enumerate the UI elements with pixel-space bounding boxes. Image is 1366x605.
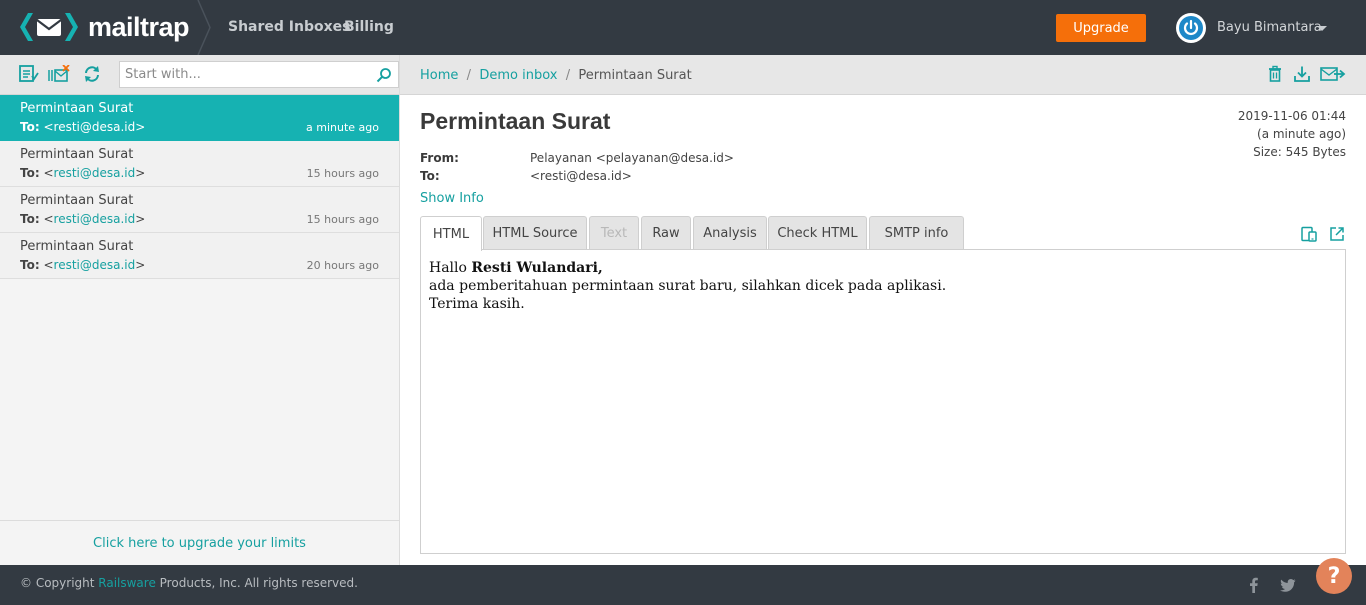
external-link-icon[interactable] xyxy=(1329,226,1345,242)
nav-separator xyxy=(197,0,211,55)
avatar[interactable] xyxy=(1176,13,1206,43)
message-recipient: To: <resti@desa.id> xyxy=(20,212,146,226)
tab-html-source[interactable]: HTML Source xyxy=(483,216,587,250)
message-list: Permintaan Surat To: <resti@desa.id> a m… xyxy=(0,95,399,279)
tab-html[interactable]: HTML xyxy=(420,216,482,251)
message-toolbar: Home / Demo inbox / Permintaan Surat xyxy=(400,55,1366,95)
message-meta: 2019-11-06 01:44 (a minute ago) Size: 54… xyxy=(1238,107,1346,161)
message-item[interactable]: Permintaan Surat To: <resti@desa.id> 15 … xyxy=(0,141,399,187)
railsware-link[interactable]: Railsware xyxy=(98,576,156,590)
message-subject: Permintaan Surat xyxy=(20,193,134,208)
message-recipient: To: <resti@desa.id> xyxy=(20,166,146,180)
recipient-name: Resti Wulandari, xyxy=(471,260,603,276)
breadcrumb: Home / Demo inbox / Permintaan Surat xyxy=(420,68,692,83)
refresh-icon[interactable] xyxy=(82,65,102,83)
message-time: 15 hours ago xyxy=(306,167,379,180)
clear-inbox-icon[interactable] xyxy=(48,65,70,83)
message-relative-time: (a minute ago) xyxy=(1257,127,1346,141)
message-subject: Permintaan Surat xyxy=(20,147,134,162)
from-value: Pelayanan <pelayanan@desa.id> xyxy=(530,151,734,165)
upgrade-limits-link[interactable]: Click here to upgrade your limits xyxy=(0,520,399,565)
mark-read-icon[interactable] xyxy=(19,65,39,83)
message-item[interactable]: Permintaan Surat To: <resti@desa.id> a m… xyxy=(0,95,399,141)
footer: © Copyright Railsware Products, Inc. All… xyxy=(0,565,1366,605)
mailtrap-logo[interactable]: mailtrap xyxy=(18,10,190,44)
email-greeting-line: Hallo Resti Wulandari, xyxy=(429,260,603,276)
help-button[interactable]: ? xyxy=(1316,558,1352,594)
search-icon[interactable] xyxy=(376,67,392,83)
message-recipient: To: <resti@desa.id> xyxy=(20,258,146,272)
device-preview-icon[interactable] xyxy=(1301,226,1317,242)
message-subject: Permintaan Surat xyxy=(20,101,134,116)
nav-shared-inboxes[interactable]: Shared Inboxes xyxy=(228,19,350,35)
message-time: a minute ago xyxy=(306,121,379,134)
mailtrap-logo-icon xyxy=(20,13,78,41)
breadcrumb-home[interactable]: Home xyxy=(420,68,458,83)
email-preview-frame: Hallo Resti Wulandari, ada pemberitahuan… xyxy=(420,249,1346,554)
sidebar-toolbar xyxy=(0,55,399,95)
tab-smtp-info[interactable]: SMTP info xyxy=(869,216,964,250)
tab-raw[interactable]: Raw xyxy=(641,216,691,250)
search-box xyxy=(119,61,399,88)
download-icon[interactable] xyxy=(1293,65,1311,83)
user-name[interactable]: Bayu Bimantara xyxy=(1217,20,1322,35)
chevron-down-icon[interactable] xyxy=(1317,26,1327,31)
breadcrumb-inbox[interactable]: Demo inbox xyxy=(479,68,557,83)
to-label: To: xyxy=(420,169,440,183)
brand-name: mailtrap xyxy=(88,11,190,42)
upgrade-button[interactable]: Upgrade xyxy=(1056,14,1146,42)
from-label: From: xyxy=(420,151,459,165)
email-body: Hallo Resti Wulandari, ada pemberitahuan… xyxy=(429,259,946,313)
breadcrumb-current: Permintaan Surat xyxy=(578,68,692,83)
message-recipient: To: <resti@desa.id> xyxy=(20,120,146,134)
to-value: <resti@desa.id> xyxy=(530,169,632,183)
message-subject: Permintaan Surat xyxy=(20,239,134,254)
trash-icon[interactable] xyxy=(1266,65,1284,83)
show-info-link[interactable]: Show Info xyxy=(420,191,484,206)
top-navbar: mailtrap Shared Inboxes Billing Upgrade … xyxy=(0,0,1366,55)
search-input[interactable] xyxy=(120,62,370,87)
power-icon xyxy=(1183,19,1199,35)
breadcrumb-separator: / xyxy=(565,68,571,83)
message-item[interactable]: Permintaan Surat To: <resti@desa.id> 15 … xyxy=(0,187,399,233)
twitter-icon[interactable] xyxy=(1280,577,1296,593)
tab-analysis[interactable]: Analysis xyxy=(693,216,767,250)
email-body-line: ada pemberitahuan permintaan surat baru,… xyxy=(429,278,947,294)
message-date: 2019-11-06 01:44 xyxy=(1237,109,1346,123)
facebook-icon[interactable] xyxy=(1245,577,1261,593)
email-closing-line: Terima kasih. xyxy=(429,296,525,312)
copyright-text: © Copyright Railsware Products, Inc. All… xyxy=(20,576,358,590)
inbox-sidebar: Permintaan Surat To: <resti@desa.id> a m… xyxy=(0,55,400,565)
tab-text: Text xyxy=(589,216,639,250)
message-subject-title: Permintaan Surat xyxy=(420,108,611,134)
message-time: 20 hours ago xyxy=(306,259,379,272)
forward-icon[interactable] xyxy=(1320,65,1346,83)
message-viewer: Home / Demo inbox / Permintaan Surat Per… xyxy=(400,55,1366,565)
nav-billing[interactable]: Billing xyxy=(344,19,394,35)
tab-check-html[interactable]: Check HTML xyxy=(768,216,867,250)
message-item[interactable]: Permintaan Surat To: <resti@desa.id> 20 … xyxy=(0,233,399,279)
breadcrumb-separator: / xyxy=(466,68,472,83)
message-size: Size: 545 Bytes xyxy=(1253,145,1346,159)
message-time: 15 hours ago xyxy=(306,213,379,226)
